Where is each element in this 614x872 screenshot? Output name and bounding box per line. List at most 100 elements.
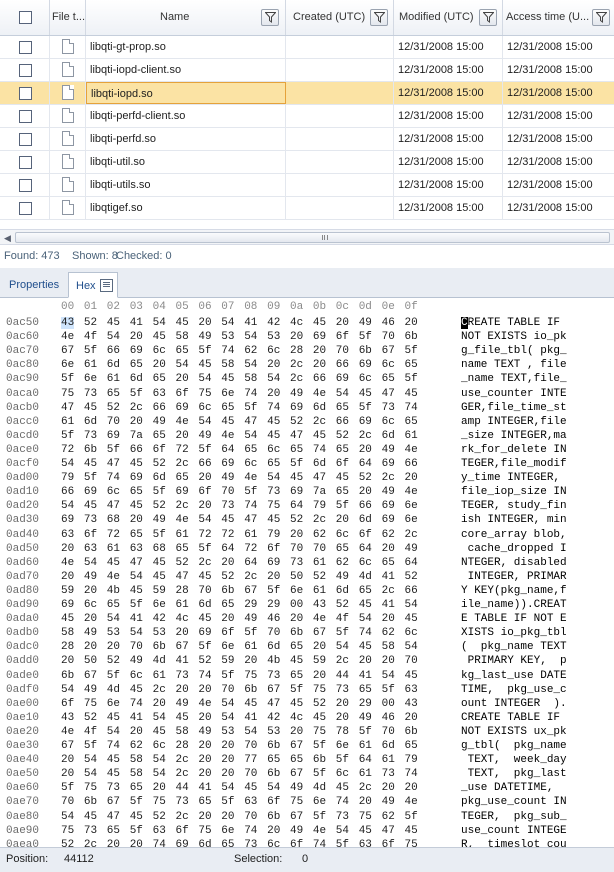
hex-byte[interactable]: 46: [267, 613, 280, 625]
hex-byte[interactable]: 49: [359, 712, 372, 724]
name-cell[interactable]: libqti-iopd-client.so: [86, 59, 286, 81]
hex-byte[interactable]: 45: [107, 712, 120, 724]
hex-byte[interactable]: 66: [198, 458, 211, 470]
hex-byte[interactable]: 47: [382, 825, 395, 837]
hex-byte[interactable]: 20: [405, 472, 418, 484]
hex-byte[interactable]: 4f: [84, 331, 97, 343]
hex-byte[interactable]: 5f: [359, 726, 372, 738]
hex-byte[interactable]: 5f: [336, 627, 349, 639]
hex-byte[interactable]: 45: [221, 373, 234, 385]
hex-ascii[interactable]: R, timeslot_cou: [461, 839, 567, 847]
hex-view-icon[interactable]: [100, 279, 113, 292]
hex-byte[interactable]: 63: [405, 684, 418, 696]
hex-byte[interactable]: 52: [313, 571, 326, 583]
hex-byte[interactable]: 49: [198, 331, 211, 343]
hex-byte[interactable]: 28: [176, 740, 189, 752]
hex-byte[interactable]: 2c: [313, 416, 326, 428]
hex-byte[interactable]: 73: [244, 839, 257, 847]
hex-byte[interactable]: 6b: [61, 670, 74, 682]
hex-byte[interactable]: 6b: [153, 641, 166, 653]
hex-byte[interactable]: 20: [405, 782, 418, 794]
hex-byte[interactable]: 4d: [107, 684, 120, 696]
hex-byte[interactable]: 53: [267, 331, 280, 343]
hex-byte[interactable]: 45: [244, 782, 257, 794]
hex-byte[interactable]: 45: [84, 811, 97, 823]
hex-byte[interactable]: 5f: [336, 500, 349, 512]
hex-byte[interactable]: 6e: [107, 698, 120, 710]
hex-byte[interactable]: 2c: [313, 514, 326, 526]
hex-byte[interactable]: 54: [244, 430, 257, 442]
hex-byte[interactable]: 45: [198, 613, 211, 625]
hex-byte[interactable]: 54: [221, 782, 234, 794]
hex-byte[interactable]: 69: [336, 373, 349, 385]
hex-byte[interactable]: 4e: [61, 726, 74, 738]
hex-byte[interactable]: 66: [107, 345, 120, 357]
hex-byte[interactable]: 41: [244, 317, 257, 329]
hex-byte[interactable]: 47: [244, 416, 257, 428]
hex-byte[interactable]: 52: [176, 557, 189, 569]
hex-byte[interactable]: 52: [290, 514, 303, 526]
hex-byte[interactable]: 46: [382, 712, 395, 724]
hex-byte[interactable]: 20: [176, 373, 189, 385]
hex-byte[interactable]: 69: [221, 458, 234, 470]
row-checkbox-cell[interactable]: [0, 36, 50, 58]
hex-byte[interactable]: 45: [176, 712, 189, 724]
hex-byte[interactable]: 6d: [359, 514, 372, 526]
hex-byte[interactable]: 6e: [405, 514, 418, 526]
hex-byte[interactable]: 43: [313, 599, 326, 611]
hex-ascii[interactable]: amp INTEGER,file: [461, 416, 567, 428]
hex-byte[interactable]: 6e: [405, 500, 418, 512]
hex-byte[interactable]: 66: [336, 416, 349, 428]
hex-byte[interactable]: 45: [84, 458, 97, 470]
hex-byte[interactable]: 69: [61, 599, 74, 611]
hex-byte[interactable]: 20: [198, 740, 211, 752]
hex-byte[interactable]: 65: [267, 754, 280, 766]
hex-byte[interactable]: 5f: [313, 811, 326, 823]
hex-byte[interactable]: 65: [290, 641, 303, 653]
hex-byte[interactable]: 75: [84, 698, 97, 710]
hex-byte[interactable]: 6d: [84, 416, 97, 428]
hex-byte[interactable]: 20: [130, 331, 143, 343]
hex-byte[interactable]: 61: [359, 768, 372, 780]
hex-byte[interactable]: 54: [176, 359, 189, 371]
column-header-file-type[interactable]: File t...: [50, 0, 86, 35]
hex-byte[interactable]: 4b: [267, 655, 280, 667]
hex-byte[interactable]: 69: [198, 627, 211, 639]
hex-byte[interactable]: 20: [336, 317, 349, 329]
hex-ascii[interactable]: core_array blob,: [461, 529, 567, 541]
hex-byte[interactable]: 20: [313, 345, 326, 357]
hex-byte[interactable]: 5f: [382, 684, 395, 696]
hex-ascii[interactable]: INTEGER, PRIMAR: [461, 571, 567, 583]
hex-byte[interactable]: 2c: [176, 754, 189, 766]
hex-byte[interactable]: 6e: [61, 359, 74, 371]
hex-byte[interactable]: 52: [221, 571, 234, 583]
hex-byte[interactable]: 79: [267, 529, 280, 541]
hex-byte[interactable]: 61: [244, 529, 257, 541]
hex-byte[interactable]: 73: [267, 670, 280, 682]
hex-byte[interactable]: 53: [107, 627, 120, 639]
hex-byte[interactable]: 64: [359, 543, 372, 555]
hex-byte[interactable]: 54: [61, 458, 74, 470]
hex-byte[interactable]: 6e: [221, 641, 234, 653]
hex-byte[interactable]: 20: [313, 641, 326, 653]
hex-byte[interactable]: 45: [130, 585, 143, 597]
name-cell[interactable]: libqti-gt-prop.so: [86, 36, 286, 58]
hex-byte[interactable]: 65: [336, 486, 349, 498]
hex-byte[interactable]: 45: [198, 359, 211, 371]
hex-byte[interactable]: 52: [107, 655, 120, 667]
row-checkbox-cell[interactable]: [0, 128, 50, 150]
hex-byte[interactable]: 61: [107, 543, 120, 555]
hex-byte[interactable]: 70: [244, 768, 257, 780]
hex-byte[interactable]: 61: [405, 430, 418, 442]
hex-byte[interactable]: 41: [130, 712, 143, 724]
hex-byte[interactable]: 70: [267, 627, 280, 639]
hex-byte[interactable]: 2c: [382, 472, 395, 484]
hex-byte[interactable]: 49: [290, 825, 303, 837]
hex-byte[interactable]: 45: [198, 571, 211, 583]
hex-byte[interactable]: 49: [153, 416, 166, 428]
filter-icon[interactable]: [370, 9, 388, 26]
hex-byte[interactable]: 5f: [405, 345, 418, 357]
hex-byte[interactable]: 54: [244, 359, 257, 371]
scrollbar-thumb[interactable]: [15, 232, 610, 243]
hex-byte[interactable]: 69: [267, 557, 280, 569]
